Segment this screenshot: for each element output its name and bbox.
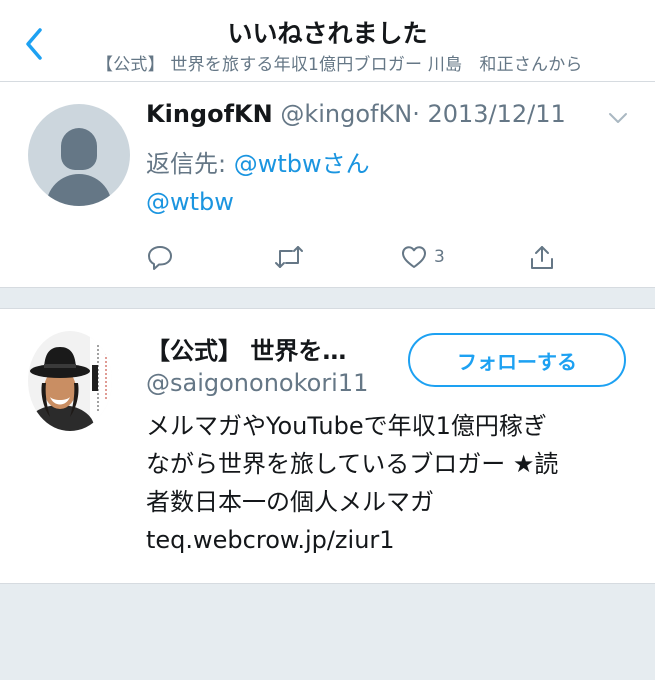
tweet-date: · 2013/12/11	[412, 100, 566, 128]
profile-photo-image	[28, 331, 112, 431]
default-avatar-icon[interactable]	[28, 104, 130, 206]
bio-line: メルマガやYouTubeで年収1億円稼ぎ	[146, 412, 547, 440]
share-button[interactable]	[528, 241, 556, 273]
retweet-button[interactable]	[274, 241, 304, 273]
user-profile-card[interactable]: 【公式】 世界を… @saigononokori11 フォローする メルマガやY…	[0, 308, 655, 584]
page-title: いいねされました	[227, 19, 428, 48]
bio-line: 者数日本一の個人メルマガ	[146, 488, 434, 516]
tweet-text-mention[interactable]: @wtbw	[146, 188, 234, 216]
reply-to-line: 返信先: @wtbwさん	[146, 144, 370, 179]
tweet-header: KingofKN @kingofKN· 2013/12/11	[146, 100, 566, 128]
heart-icon	[402, 246, 426, 268]
caret-down-icon	[609, 113, 627, 123]
profile-bio: メルマガやYouTubeで年収1億円稼ぎ ながら世界を旅しているブロガー ★読 …	[146, 407, 636, 559]
bio-line: ながら世界を旅しているブロガー ★読	[146, 450, 559, 478]
like-button[interactable]: 3	[400, 241, 445, 273]
reply-button[interactable]	[146, 241, 174, 273]
like-count: 3	[434, 247, 445, 267]
tweet-card[interactable]: KingofKN @kingofKN· 2013/12/11 返信先: @wtb…	[0, 82, 655, 288]
notification-screen: いいねされました 【公式】 世界を旅する年収1億円ブロガー 川島 和正さんから …	[0, 0, 655, 680]
reply-to-link[interactable]: @wtbwさん	[234, 150, 370, 178]
tweet-menu-button[interactable]	[606, 110, 630, 126]
reply-icon	[148, 246, 172, 270]
share-icon	[531, 246, 553, 269]
reply-to-label: 返信先:	[146, 150, 234, 178]
profile-avatar[interactable]	[28, 331, 112, 431]
retweet-icon	[275, 246, 303, 268]
tweet-author-name[interactable]: KingofKN	[146, 100, 273, 128]
follow-button[interactable]: フォローする	[408, 333, 626, 387]
profile-name[interactable]: 【公式】 世界を…	[146, 331, 346, 366]
profile-handle[interactable]: @saigononokori11	[146, 369, 368, 397]
tweet-actions: 3	[0, 237, 655, 277]
page-subtitle: 【公式】 世界を旅する年収1億円ブロガー 川島 和正さんから	[96, 55, 583, 75]
header-bar: いいねされました 【公式】 世界を旅する年収1億円ブロガー 川島 和正さんから	[0, 0, 655, 82]
tweet-author-handle[interactable]: @kingofKN	[280, 100, 412, 128]
bio-link[interactable]: teq.webcrow.jp/ziur1	[146, 521, 636, 559]
